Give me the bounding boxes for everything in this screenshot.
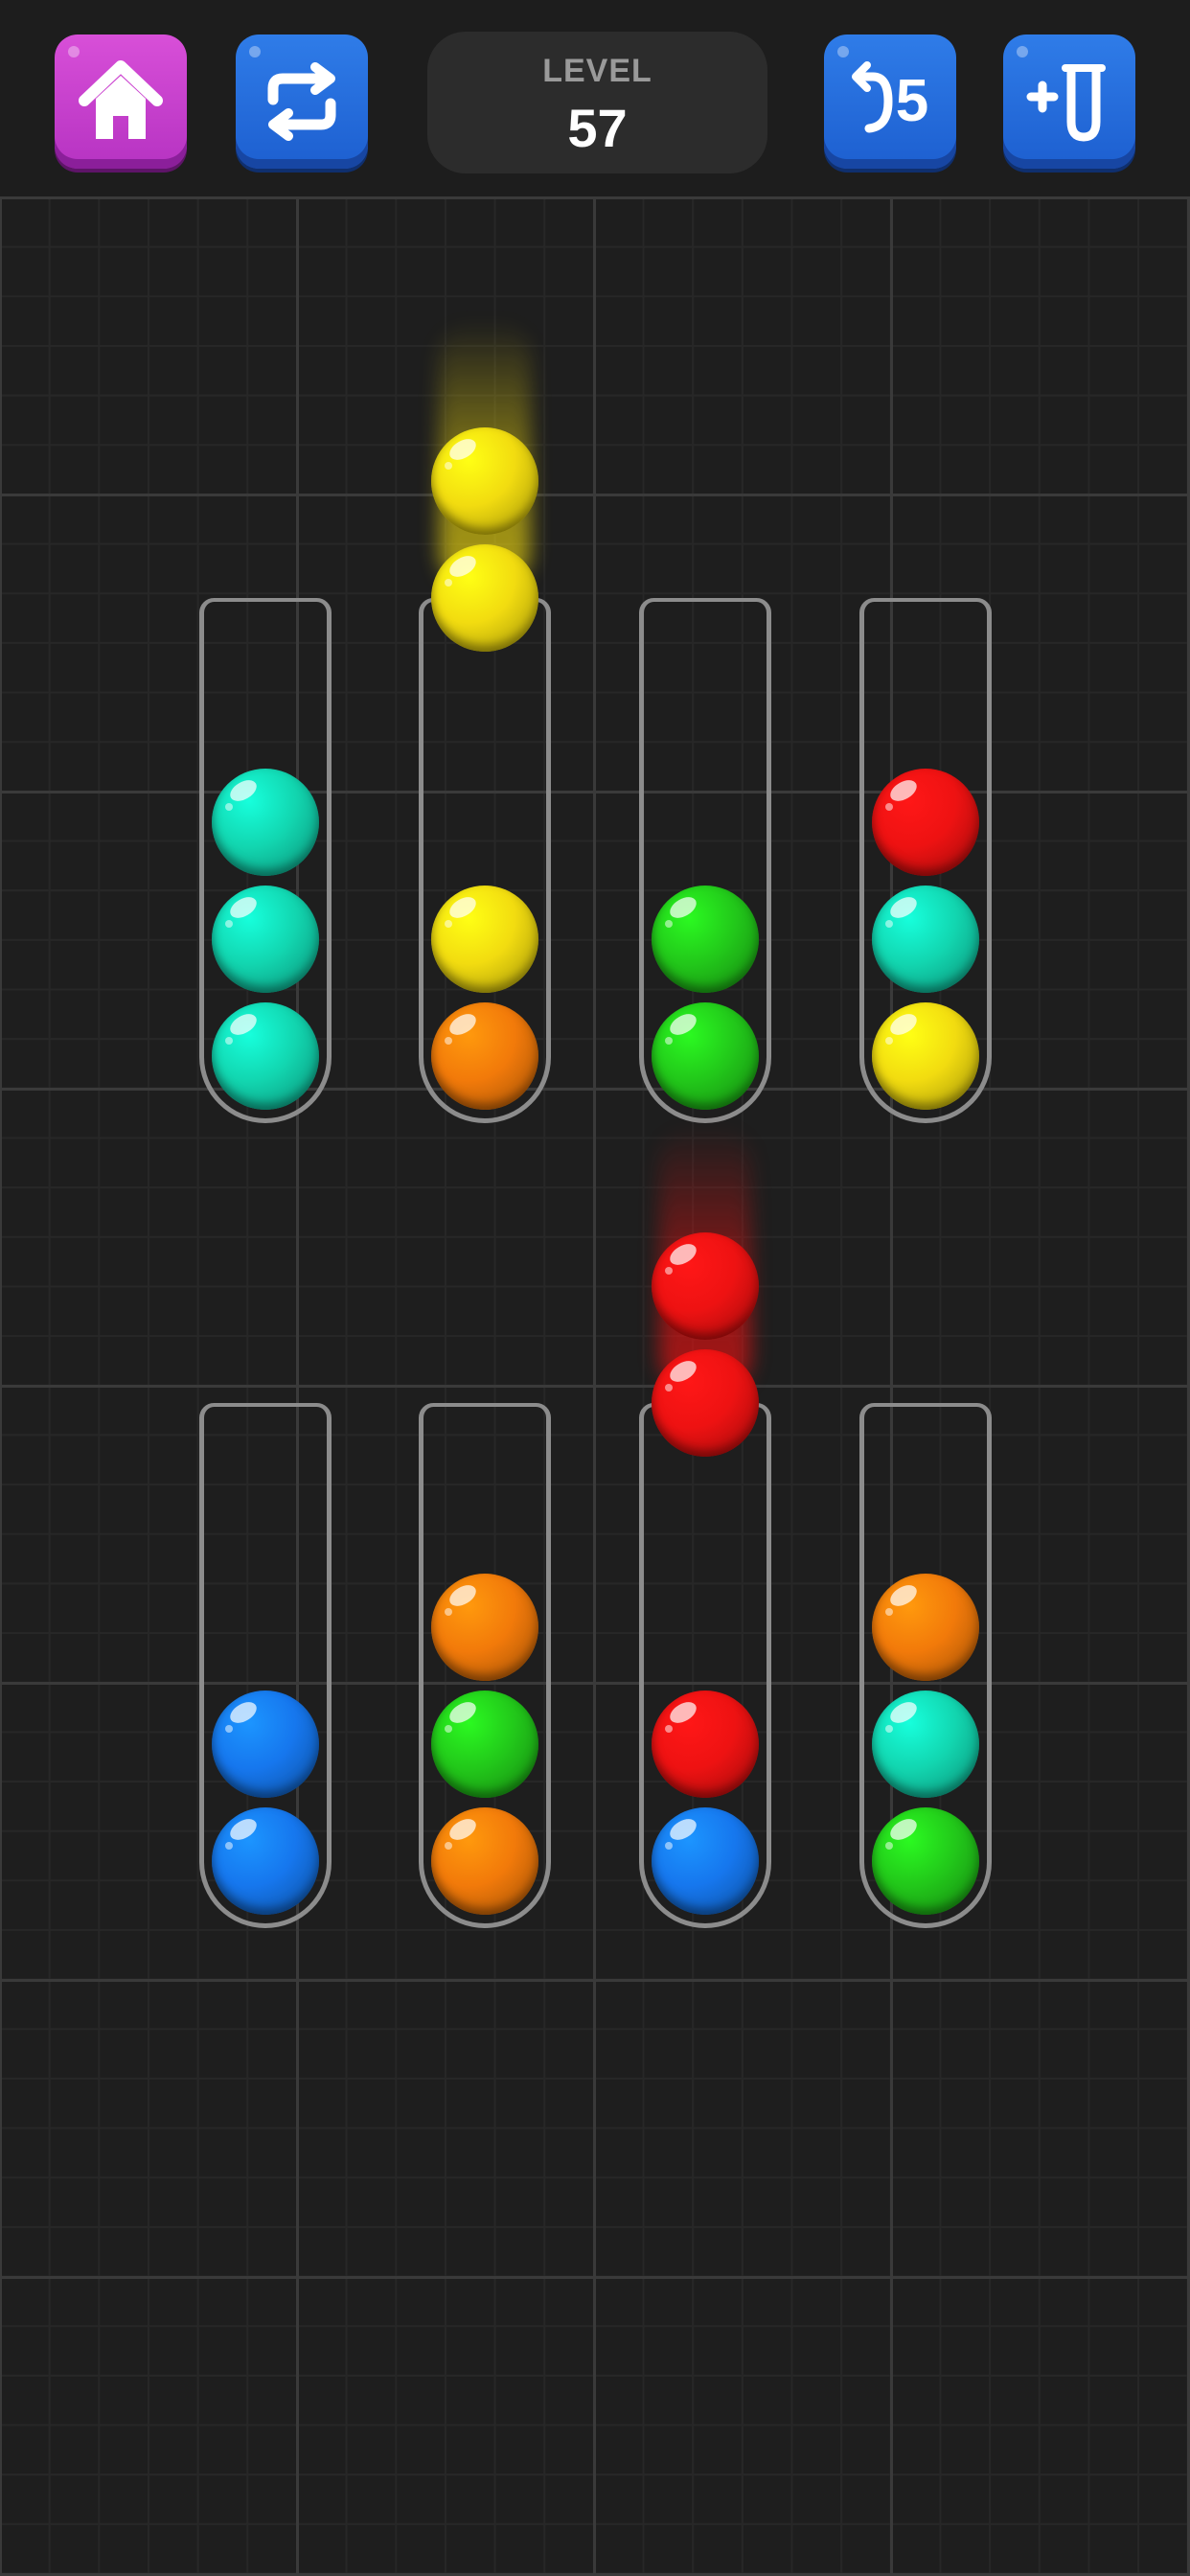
ball-teal[interactable] xyxy=(872,1690,979,1798)
add-tube-button[interactable] xyxy=(1003,34,1135,169)
ball-orange[interactable] xyxy=(431,1807,538,1915)
level-label: LEVEL xyxy=(542,53,652,89)
ball-green[interactable] xyxy=(431,1690,538,1798)
ball-teal[interactable] xyxy=(212,1002,319,1110)
home-button[interactable] xyxy=(55,34,187,169)
level-indicator: LEVEL 57 xyxy=(427,32,767,173)
ball-green[interactable] xyxy=(652,886,759,993)
ball-teal[interactable] xyxy=(212,769,319,876)
lifted-ball-yellow[interactable] xyxy=(431,544,538,652)
ball-red[interactable] xyxy=(652,1690,759,1798)
ball-yellow[interactable] xyxy=(431,886,538,993)
undo-icon xyxy=(851,61,893,133)
restart-button[interactable] xyxy=(236,34,368,169)
lifted-ball-red[interactable] xyxy=(652,1349,759,1457)
ball-blue[interactable] xyxy=(212,1807,319,1915)
ball-blue[interactable] xyxy=(652,1807,759,1915)
restart-icon xyxy=(267,62,336,141)
ball-teal[interactable] xyxy=(212,886,319,993)
ball-orange[interactable] xyxy=(872,1574,979,1681)
top-bar: LEVEL 57 5 xyxy=(0,0,1190,199)
ball-yellow[interactable] xyxy=(872,1002,979,1110)
home-icon xyxy=(79,60,163,139)
ball-orange[interactable] xyxy=(431,1002,538,1110)
ball-red[interactable] xyxy=(872,769,979,876)
ball-green[interactable] xyxy=(652,1002,759,1110)
undo-button[interactable]: 5 xyxy=(824,34,956,169)
ball-blue[interactable] xyxy=(212,1690,319,1798)
level-number: 57 xyxy=(567,98,628,158)
ball-teal[interactable] xyxy=(872,886,979,993)
lifted-ball-red[interactable] xyxy=(652,1232,759,1340)
add-tube-icon xyxy=(1026,64,1106,142)
undo-count: 5 xyxy=(895,68,929,134)
ball-orange[interactable] xyxy=(431,1574,538,1681)
ball-green[interactable] xyxy=(872,1807,979,1915)
lifted-ball-yellow[interactable] xyxy=(431,427,538,535)
